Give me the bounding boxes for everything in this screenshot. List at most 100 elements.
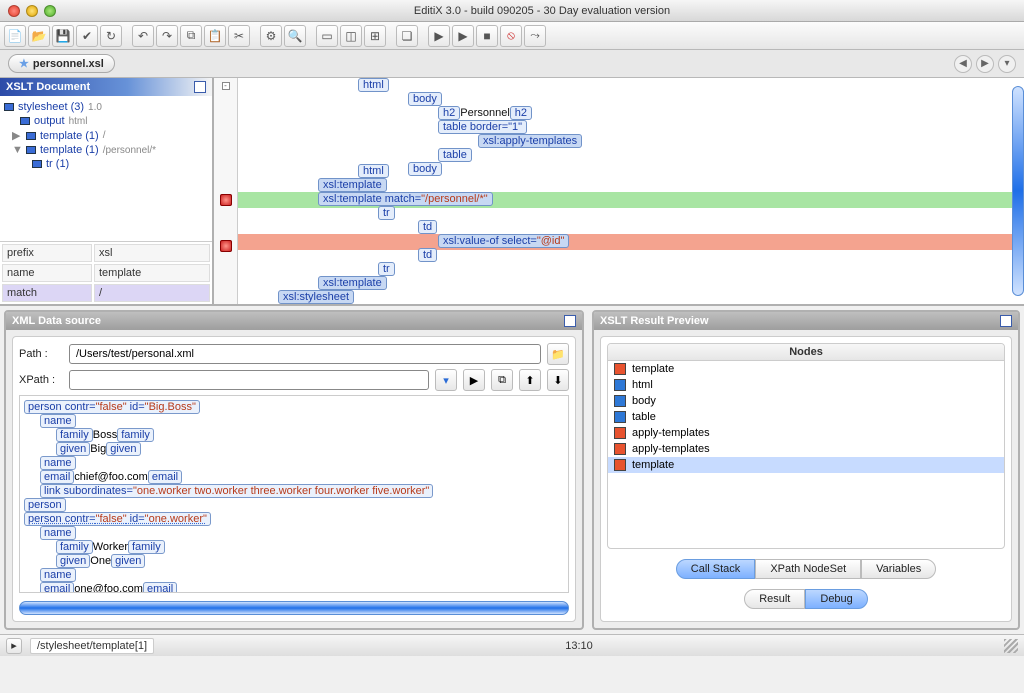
- tag-template-close2[interactable]: xsl:template: [318, 276, 387, 290]
- tag-h2-open[interactable]: h2: [438, 106, 460, 120]
- data-source-title: XML Data source: [12, 315, 101, 327]
- panel3-icon[interactable]: ⊞: [364, 25, 386, 47]
- template-node-icon: [614, 459, 626, 471]
- close-window-button[interactable]: [8, 5, 20, 17]
- open-icon[interactable]: 📂: [28, 25, 50, 47]
- fold-handle[interactable]: -: [222, 82, 230, 90]
- zoom-window-button[interactable]: [44, 5, 56, 17]
- xpath-run-button[interactable]: ▶: [463, 369, 485, 391]
- tag-tr-close[interactable]: tr: [378, 262, 395, 276]
- xpath-tool1-button[interactable]: ⧉: [491, 369, 513, 391]
- panel2-icon[interactable]: ◫: [340, 25, 362, 47]
- xpath-up-button[interactable]: ⬆: [519, 369, 541, 391]
- prop-row-match[interactable]: match/: [2, 284, 210, 302]
- reload-icon[interactable]: ↻: [100, 25, 122, 47]
- tag-template-close[interactable]: xsl:template: [318, 178, 387, 192]
- source-tree[interactable]: person contr="false" id="Big.Boss" name …: [19, 395, 569, 593]
- status-menu-button[interactable]: ▸: [6, 638, 22, 654]
- outline-template-1[interactable]: ▶ template (1) /: [4, 128, 208, 143]
- cut-icon[interactable]: ✂: [228, 25, 250, 47]
- document-tab[interactable]: ★ personnel.xsl: [8, 54, 115, 73]
- tag-body[interactable]: body: [408, 92, 442, 106]
- node-row[interactable]: table: [608, 409, 1004, 425]
- redo-icon[interactable]: ↷: [156, 25, 178, 47]
- outline-template-2[interactable]: ▼ template (1) /personnel/*: [4, 143, 208, 157]
- breakpoint-marker[interactable]: [220, 240, 232, 252]
- stop-all-icon[interactable]: ⦸: [500, 25, 522, 47]
- xpath-down-button[interactable]: ⬇: [547, 369, 569, 391]
- tab-xpath-nodeset[interactable]: XPath NodeSet: [755, 559, 861, 579]
- tag-table-close[interactable]: table: [438, 148, 472, 162]
- tile-icon[interactable]: ❏: [396, 25, 418, 47]
- resize-grip-icon[interactable]: [1004, 639, 1018, 653]
- outline-output[interactable]: output html: [4, 114, 208, 128]
- disclosure-open-icon[interactable]: ▼: [12, 144, 22, 156]
- paste-icon[interactable]: 📋: [204, 25, 226, 47]
- outline-tree[interactable]: stylesheet (3) 1.0 output html ▶ templat…: [0, 96, 212, 241]
- next-tab-button[interactable]: ▶: [976, 55, 994, 73]
- outline-root[interactable]: stylesheet (3) 1.0: [4, 100, 208, 114]
- tag-html-close2[interactable]: html: [358, 164, 389, 178]
- node-row[interactable]: apply-templates: [608, 425, 1004, 441]
- tag-html-close[interactable]: html: [358, 78, 389, 92]
- xpath-input[interactable]: [69, 370, 429, 390]
- outline-tr[interactable]: tr (1): [4, 157, 208, 171]
- horizontal-scrollbar[interactable]: [19, 601, 569, 615]
- tag-td-close[interactable]: td: [418, 248, 437, 262]
- tag-value-of[interactable]: xsl:value-of select="@id": [438, 234, 569, 248]
- minimize-window-button[interactable]: [26, 5, 38, 17]
- element-node-icon: [614, 379, 626, 391]
- panel-toggle-icon[interactable]: [1000, 315, 1012, 327]
- breakpoint-marker[interactable]: [220, 194, 232, 206]
- stop-icon[interactable]: ■: [476, 25, 498, 47]
- node-row[interactable]: apply-templates: [608, 441, 1004, 457]
- node-row[interactable]: template: [608, 361, 1004, 377]
- node-label: template: [632, 459, 674, 471]
- new-doc-icon[interactable]: 📄: [4, 25, 26, 47]
- result-subtabs: Call Stack XPath NodeSet Variables: [613, 559, 999, 579]
- panel1-icon[interactable]: ▭: [316, 25, 338, 47]
- debug-run-icon[interactable]: ▶: [452, 25, 474, 47]
- status-xpath: /stylesheet/template[1]: [30, 638, 154, 654]
- tag-stylesheet-close[interactable]: xsl:stylesheet: [278, 290, 354, 304]
- disclosure-closed-icon[interactable]: ▶: [12, 129, 22, 142]
- panel-toggle-icon[interactable]: [564, 315, 576, 327]
- xpath-dropdown-button[interactable]: ▾: [435, 369, 457, 391]
- tab-menu-button[interactable]: ▾: [998, 55, 1016, 73]
- prev-tab-button[interactable]: ◀: [954, 55, 972, 73]
- save-icon[interactable]: 💾: [52, 25, 74, 47]
- nodes-list[interactable]: templatehtmlbodytableapply-templatesappl…: [608, 361, 1004, 548]
- tag-td-open[interactable]: td: [418, 220, 437, 234]
- document-panel-title: XSLT Document: [6, 81, 90, 93]
- tab-call-stack[interactable]: Call Stack: [676, 559, 756, 579]
- editor-gutter: -: [214, 78, 238, 304]
- tab-debug[interactable]: Debug: [805, 589, 867, 609]
- tab-variables[interactable]: Variables: [861, 559, 936, 579]
- node-row[interactable]: body: [608, 393, 1004, 409]
- step-icon[interactable]: ⤳: [524, 25, 546, 47]
- tag-h2-close[interactable]: h2: [510, 106, 532, 120]
- undo-icon[interactable]: ↶: [132, 25, 154, 47]
- path-input[interactable]: [69, 344, 541, 364]
- tag-apply-templates[interactable]: xsl:apply-templates: [478, 134, 582, 148]
- node-row[interactable]: html: [608, 377, 1004, 393]
- tag-tr-open[interactable]: tr: [378, 206, 395, 220]
- tag-editor[interactable]: html body h2Personnelh2 table border="1"…: [238, 78, 1024, 304]
- copy-icon[interactable]: ⧉: [180, 25, 202, 47]
- element-icon: [4, 103, 14, 111]
- tab-result[interactable]: Result: [744, 589, 805, 609]
- main-toolbar: 📄 📂 💾 ✔ ↻ ↶ ↷ ⧉ 📋 ✂ ⚙ 🔍 ▭ ◫ ⊞ ❏ ▶ ▶ ■ ⦸ …: [0, 22, 1024, 50]
- tag-table-open[interactable]: table border="1": [438, 120, 527, 134]
- vertical-scrollbar[interactable]: [1012, 86, 1024, 296]
- panel-toggle-icon[interactable]: [194, 81, 206, 93]
- properties-table: prefixxsl nametemplate match/: [0, 241, 212, 304]
- node-row[interactable]: template: [608, 457, 1004, 473]
- tag-template-match[interactable]: xsl:template match="/personnel/*": [318, 192, 493, 206]
- find-icon[interactable]: 🔍: [284, 25, 306, 47]
- validate-icon[interactable]: ✔: [76, 25, 98, 47]
- browse-button[interactable]: 📁: [547, 343, 569, 365]
- run-icon[interactable]: ▶: [428, 25, 450, 47]
- tag-body-close[interactable]: body: [408, 162, 442, 176]
- pref-icon[interactable]: ⚙: [260, 25, 282, 47]
- prop-row-prefix: prefixxsl: [2, 244, 210, 262]
